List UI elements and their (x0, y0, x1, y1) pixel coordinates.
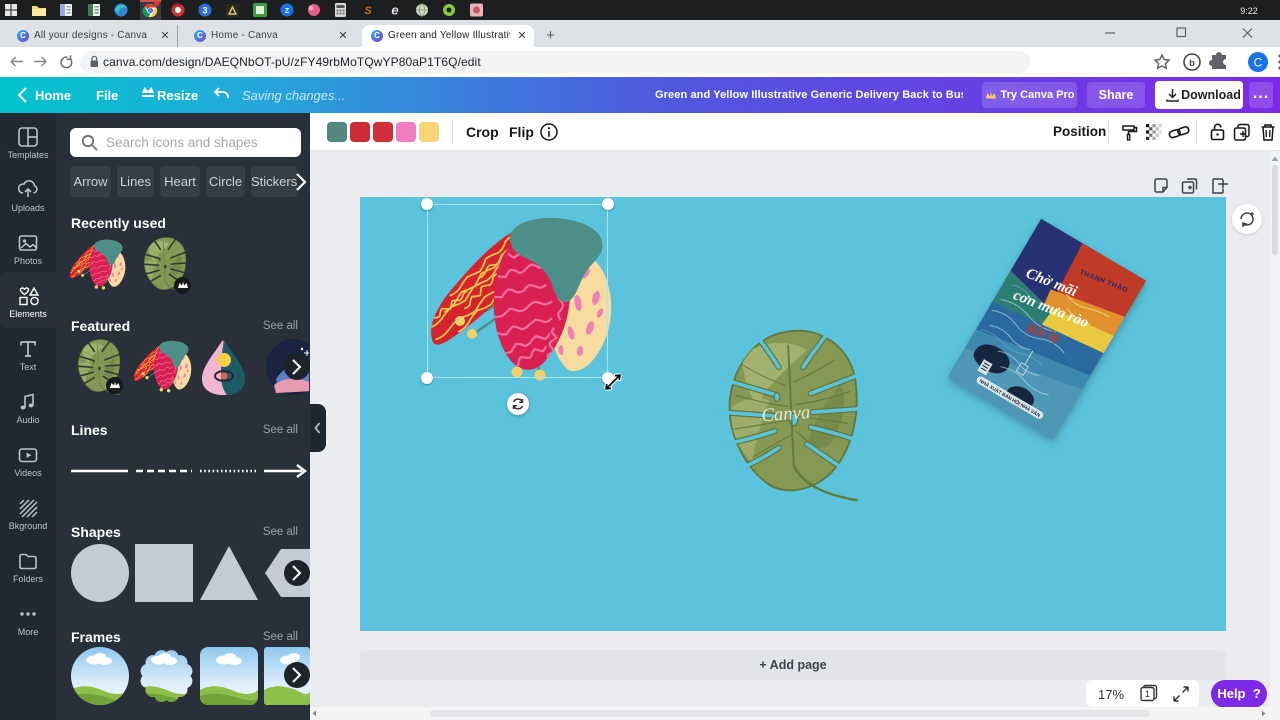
svg-text:1: 1 (1145, 689, 1150, 699)
svg-text:3: 3 (202, 6, 207, 16)
svg-text:Z: Z (285, 8, 290, 15)
svg-text:C: C (1254, 56, 1263, 70)
svg-text:9:22: 9:22 (1240, 6, 1258, 16)
svg-text:b: b (1189, 58, 1195, 68)
svg-text:Canva: Canva (761, 402, 811, 426)
svg-text:S: S (364, 5, 372, 17)
svg-text:e: e (391, 3, 398, 18)
